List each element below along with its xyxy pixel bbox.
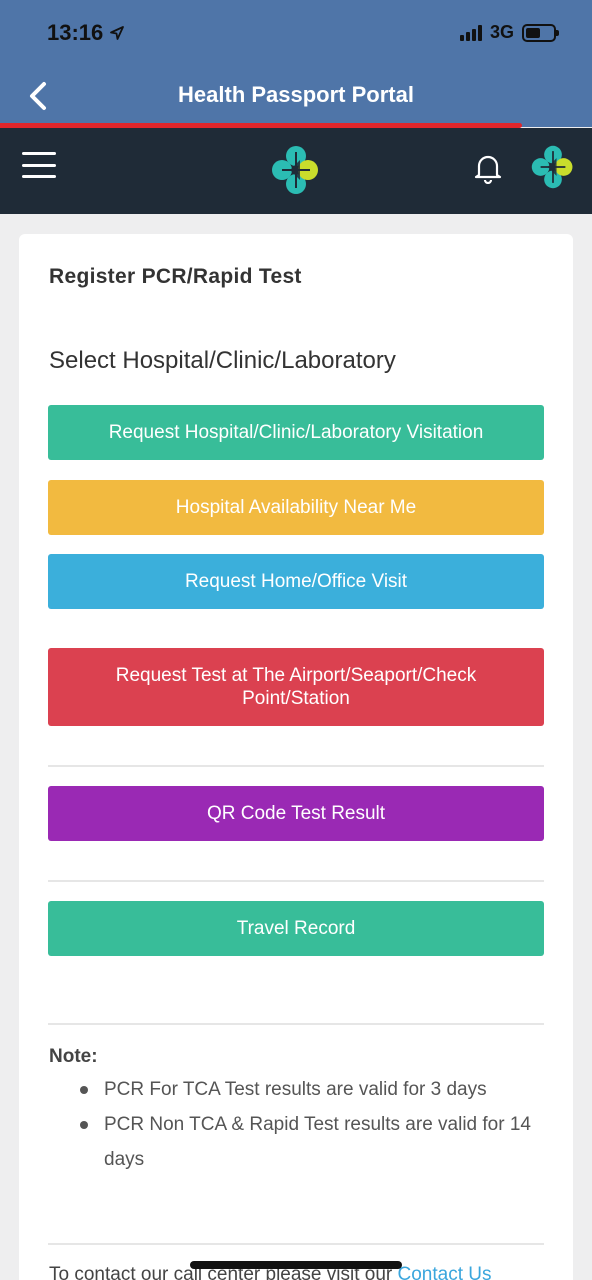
battery-icon [522,23,559,42]
note-text: PCR For TCA Test results are valid for 3… [104,1079,487,1100]
divider [48,1243,544,1245]
list-item: PCR Non TCA & Rapid Test results are val… [49,1107,539,1177]
status-bar: 13:16 3G [0,0,592,66]
nav-header: Health Passport Portal [0,66,592,126]
list-item: PCR For TCA Test results are valid for 3… [49,1072,539,1107]
note-list: PCR For TCA Test results are valid for 3… [49,1072,539,1177]
divider [48,1023,544,1025]
location-arrow-icon [110,26,125,40]
bullet-icon [80,1086,88,1094]
health-logo-icon[interactable] [530,144,576,190]
qr-code-result-button[interactable]: QR Code Test Result [48,786,544,841]
note-label: Note: [49,1046,98,1067]
travel-record-button[interactable]: Travel Record [48,901,544,956]
home-office-visit-button[interactable]: Request Home/Office Visit [48,554,544,609]
bullet-icon [80,1121,88,1129]
divider [48,765,544,767]
divider [48,880,544,882]
app-bar [0,128,592,214]
home-indicator[interactable] [190,1261,402,1269]
status-time: 13:16 [47,20,104,45]
status-time-group: 13:16 [47,20,125,46]
hospital-availability-button[interactable]: Hospital Availability Near Me [48,480,544,535]
page-title: Health Passport Portal [178,82,414,107]
signal-icon [459,24,482,41]
contact-us-link[interactable]: Contact Us [398,1264,492,1280]
status-indicators: 3G [459,22,559,43]
network-type: 3G [489,22,514,42]
request-visitation-button[interactable]: Request Hospital/Clinic/Laboratory Visit… [48,405,544,460]
card-title: Register PCR/Rapid Test [49,265,302,288]
airport-test-button[interactable]: Request Test at The Airport/Seaport/Chec… [48,648,544,726]
health-logo-icon[interactable] [270,144,322,196]
hamburger-menu-icon[interactable] [22,150,56,180]
register-test-card: Register PCR/Rapid Test Select Hospital/… [19,234,573,1280]
bell-icon[interactable] [474,152,502,184]
section-heading: Select Hospital/Clinic/Laboratory [49,347,396,374]
note-text: PCR Non TCA & Rapid Test results are val… [104,1114,531,1170]
